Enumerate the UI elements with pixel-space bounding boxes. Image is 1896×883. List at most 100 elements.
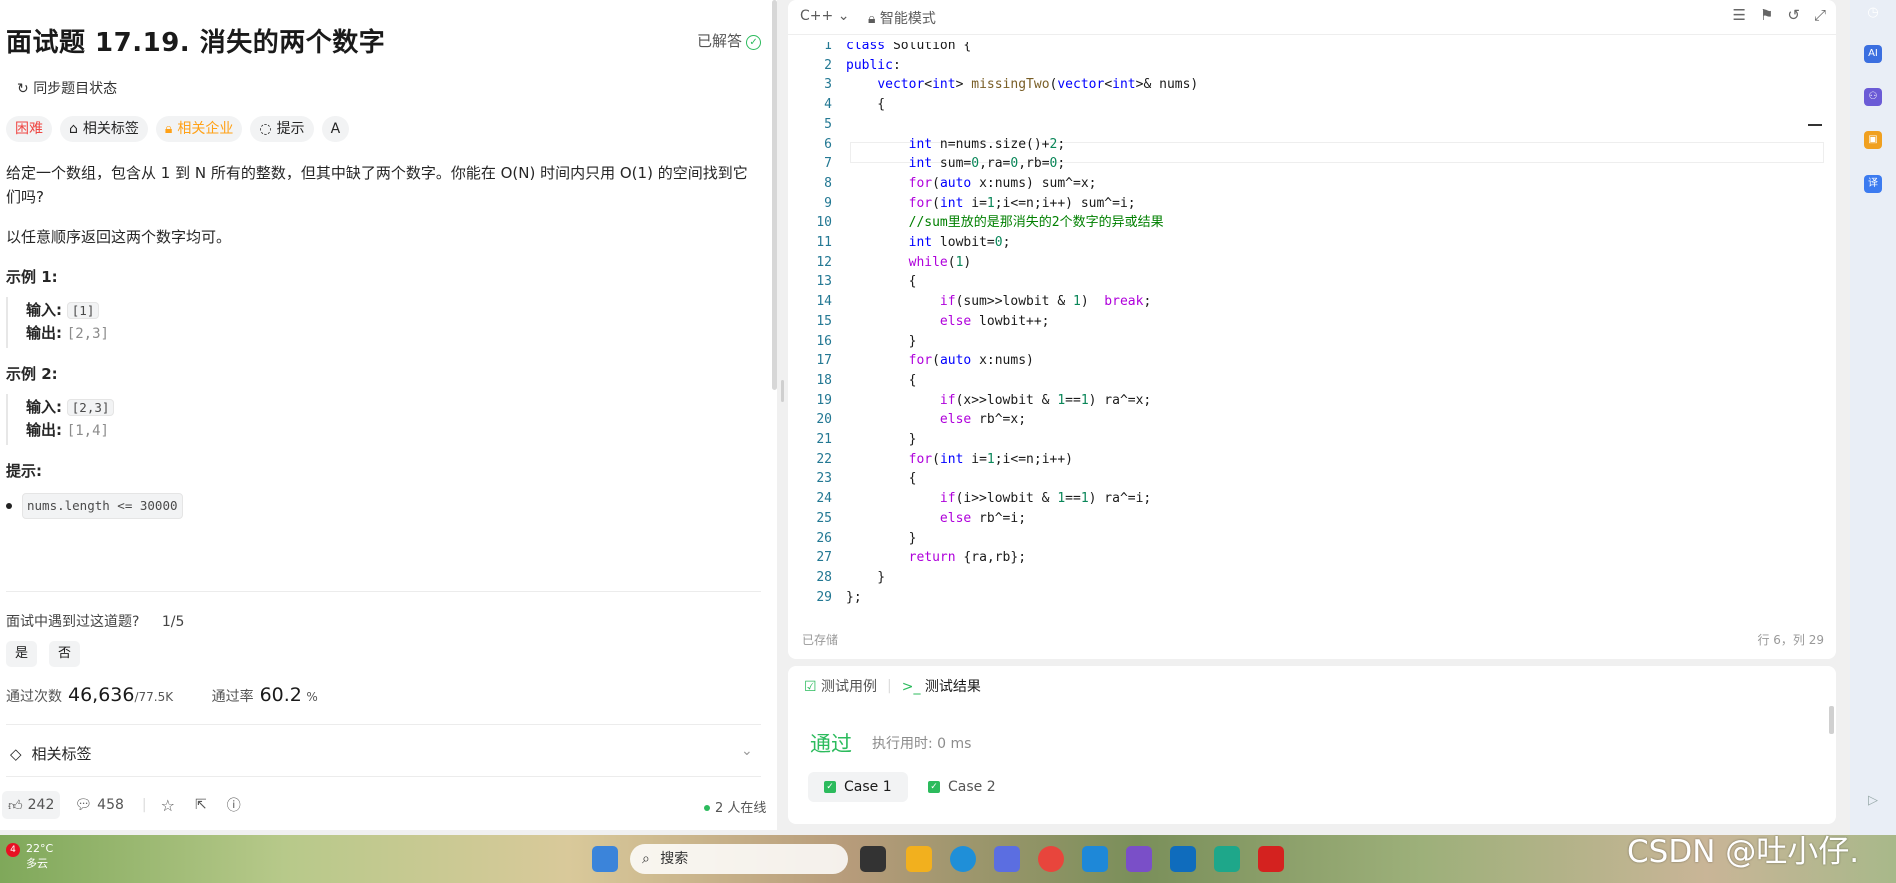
- comments-button[interactable]: 💬︎ 458: [74, 797, 124, 813]
- code-line[interactable]: 7 int sum=0,ra=0,rb=0;: [788, 154, 1818, 174]
- code-line[interactable]: 8 for(auto x:nums) sum^=x;: [788, 174, 1818, 194]
- start-icon[interactable]: [592, 846, 618, 872]
- case-2-tab[interactable]: ✓ Case 2: [912, 772, 1012, 802]
- check-icon: ✓: [928, 781, 940, 793]
- code-line[interactable]: 25 else rb^=i;: [788, 509, 1818, 529]
- ai-app-icon[interactable]: [994, 846, 1020, 872]
- lightbulb-icon: ◌: [259, 121, 272, 137]
- visual-studio-icon[interactable]: [1126, 846, 1152, 872]
- code-line[interactable]: 13 {: [788, 272, 1818, 292]
- star-icon[interactable]: ☆: [161, 796, 175, 815]
- file-explorer-icon[interactable]: [906, 846, 932, 872]
- line-number: 12: [816, 254, 832, 270]
- code-line[interactable]: 12 while(1): [788, 253, 1818, 273]
- task-view-icon[interactable]: [860, 846, 886, 872]
- chrome-icon[interactable]: [1038, 846, 1064, 872]
- line-number: 7: [824, 156, 832, 172]
- collapse-icon[interactable]: ▷: [1864, 792, 1882, 810]
- line-number: 14: [816, 294, 832, 310]
- code-line[interactable]: 16 }: [788, 332, 1818, 352]
- problem-panel: 面试题 17.19. 消失的两个数字 已解答 ✓ ↻ 同步题目状态 困难 ⌂ 相关标…: [0, 0, 777, 830]
- yes-button[interactable]: 是: [6, 641, 38, 667]
- code-line[interactable]: 15 else lowbit++;: [788, 312, 1818, 332]
- code-line[interactable]: 20 else rb^=x;: [788, 410, 1818, 430]
- code-line[interactable]: 27 return {ra,rb};: [788, 548, 1818, 568]
- code-line[interactable]: 24 if(i>>lowbit & 1==1) ra^=i;: [788, 489, 1818, 509]
- code-line[interactable]: 19 if(x>>lowbit & 1==1) ra^=x;: [788, 391, 1818, 411]
- sync-status-button[interactable]: ↻ 同步题目状态: [17, 78, 117, 98]
- related-tags-button[interactable]: ⌂ 相关标签: [60, 116, 148, 142]
- weather-widget[interactable]: 22°C 多云: [26, 841, 53, 871]
- code-line[interactable]: 29};: [788, 588, 1818, 608]
- translate-icon[interactable]: 译: [1864, 175, 1882, 193]
- line-number: 8: [824, 175, 832, 191]
- edge-icon[interactable]: [950, 846, 976, 872]
- ai-icon[interactable]: AI: [1864, 45, 1882, 63]
- code-line[interactable]: 4 {: [788, 95, 1818, 115]
- code-text: for(auto x:nums): [908, 353, 1034, 369]
- code-line[interactable]: 5: [788, 115, 1818, 135]
- code-line[interactable]: 14 if(sum>>lowbit & 1) break;: [788, 292, 1818, 312]
- code-line[interactable]: 23 {: [788, 469, 1818, 489]
- line-number: 26: [816, 530, 832, 546]
- translate-button[interactable]: A: [321, 116, 350, 142]
- outlook-icon[interactable]: [1170, 846, 1196, 872]
- wps-icon[interactable]: [1258, 846, 1284, 872]
- code-text: for(int i=1;i<=n;i++) sum^=i;: [908, 195, 1136, 211]
- code-line[interactable]: 26 }: [788, 529, 1818, 549]
- language-select[interactable]: C++ ⌄: [800, 8, 849, 24]
- code-text: for(int i=1;i<=n;i++): [908, 451, 1074, 467]
- code-line[interactable]: 28 }: [788, 568, 1818, 588]
- chevron-down-icon[interactable]: ⌄: [741, 743, 753, 759]
- toolbox-icon[interactable]: ▣: [1864, 131, 1882, 149]
- code-line[interactable]: 11 int lowbit=0;: [788, 233, 1818, 253]
- hints-title: 提示:: [6, 462, 42, 480]
- code-line[interactable]: 3 vector<int> missingTwo(vector<int>& nu…: [788, 75, 1818, 95]
- code-text: public:: [846, 57, 901, 73]
- game-icon[interactable]: ⚇: [1864, 88, 1882, 106]
- no-button[interactable]: 否: [49, 641, 81, 667]
- tab-test-results[interactable]: >_ 测试结果: [902, 676, 981, 696]
- code-editor[interactable]: C++ ⌄ 🔒︎ 智能模式 ☰ ⚑ ↺ ⤢ 1 class Solution {2…: [788, 0, 1836, 659]
- code-line[interactable]: 18 {: [788, 371, 1818, 391]
- share-icon[interactable]: ⇱: [195, 797, 207, 813]
- line-number: 18: [816, 372, 832, 388]
- splitter-grip[interactable]: [781, 380, 784, 402]
- editor-scrollbar[interactable]: [1808, 36, 1828, 626]
- code-line[interactable]: 6 int n=nums.size()+2;: [788, 135, 1818, 155]
- scroll-marker: [1808, 124, 1822, 126]
- bookmark-icon[interactable]: ⚑: [1760, 6, 1773, 24]
- test-scrollbar[interactable]: [1829, 706, 1834, 734]
- tab-test-cases[interactable]: ☑ 测试用例: [804, 676, 877, 696]
- panel-splitter[interactable]: [777, 0, 788, 830]
- like-button[interactable]: 👍︎ 242: [2, 791, 61, 819]
- case-1-tab[interactable]: ✓ Case 1: [808, 772, 908, 802]
- code-line[interactable]: 22 for(int i=1;i<=n;i++): [788, 450, 1818, 470]
- taskbar-search[interactable]: ⌕ 搜索: [630, 844, 848, 874]
- code-line[interactable]: 21 }: [788, 430, 1818, 450]
- smart-mode-toggle[interactable]: 🔒︎ 智能模式: [868, 8, 936, 28]
- vscode-icon[interactable]: [1082, 846, 1108, 872]
- code-line[interactable]: 9 for(int i=1;i<=n;i++) sum^=i;: [788, 194, 1818, 214]
- line-number: 24: [816, 491, 832, 507]
- interview-count: 1/5: [161, 614, 185, 630]
- online-count: 2 人在线: [704, 797, 766, 816]
- code-line[interactable]: 2 public:: [788, 56, 1818, 76]
- related-companies-button[interactable]: 🔒︎ 相关企业: [155, 116, 243, 142]
- related-tags-section[interactable]: ◇ 相关标签: [10, 743, 92, 764]
- app-icon[interactable]: [1214, 846, 1240, 872]
- code-line[interactable]: 10 //sum里放的是那消失的2个数字的异或结果: [788, 213, 1818, 233]
- code-line[interactable]: 1 class Solution {: [788, 42, 1818, 56]
- format-icon[interactable]: ☰: [1733, 6, 1746, 24]
- reset-icon[interactable]: ↺: [1787, 6, 1800, 24]
- comment-icon: 💬︎: [74, 797, 93, 813]
- fullscreen-icon[interactable]: ⤢: [1814, 6, 1826, 24]
- clock-icon[interactable]: ◷: [1864, 4, 1882, 22]
- hint-button[interactable]: ◌ 提示: [250, 116, 314, 142]
- line-number: 16: [816, 333, 832, 349]
- code-area[interactable]: 1 class Solution {2 public: 3 vector<int> m…: [788, 42, 1818, 610]
- translate-icon: A: [330, 121, 341, 137]
- help-icon[interactable]: ⓘ: [227, 795, 241, 815]
- example-2-output: [1,4]: [66, 423, 109, 439]
- code-line[interactable]: 17 for(auto x:nums): [788, 351, 1818, 371]
